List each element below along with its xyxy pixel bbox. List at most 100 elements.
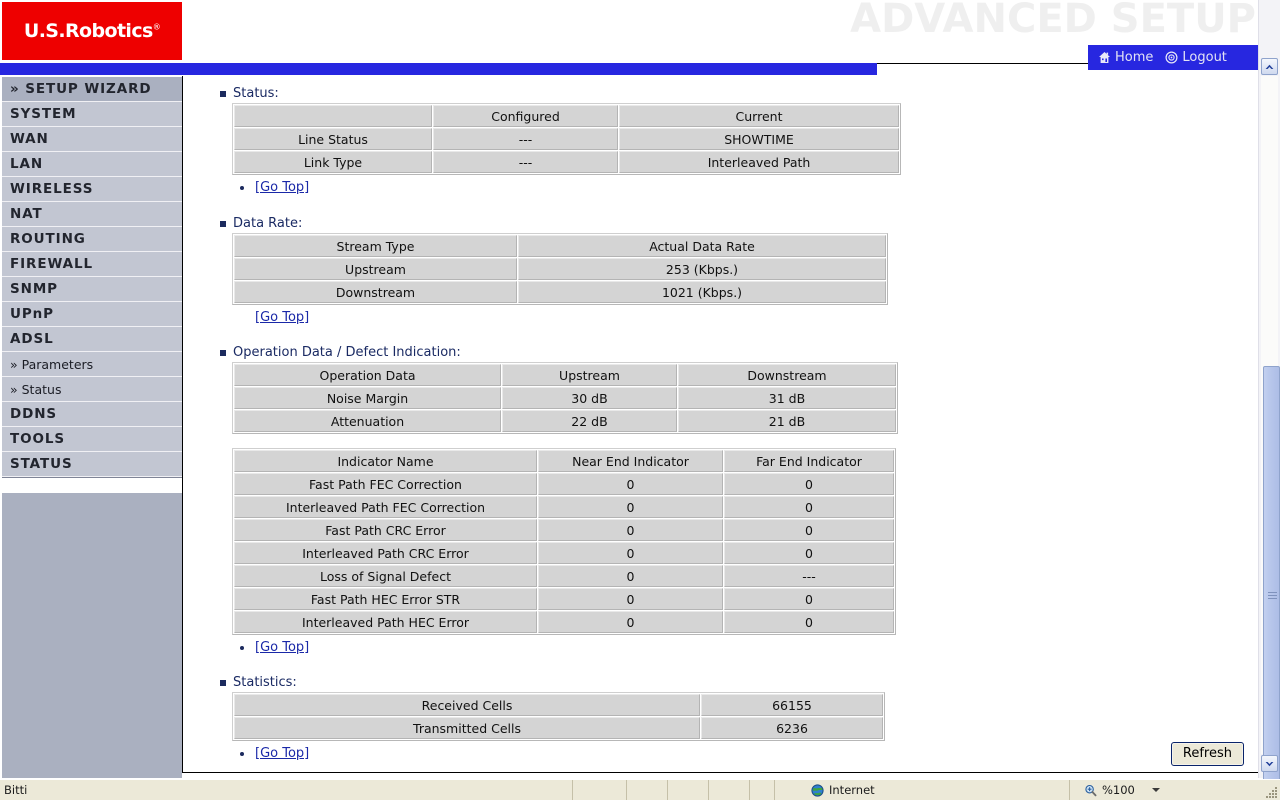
table-header-cell: Far End Indicator (724, 450, 894, 472)
table-cell: Interleaved Path CRC Error (234, 542, 537, 564)
go-top-row: [Go Top] (183, 305, 1258, 331)
go-top-link[interactable]: [Go Top] (255, 180, 309, 195)
data-table: Received Cells 66155 Transmitted Cells 6236 (232, 692, 885, 741)
go-top-row: [Go Top] (183, 175, 1258, 201)
table-cell: --- (433, 128, 618, 150)
data-table: Stream Type Actual Data Rate Upstream 253 (… (232, 233, 888, 305)
table-cell: Transmitted Cells (234, 717, 700, 739)
table-row: Received Cells 66155 (234, 694, 883, 716)
vertical-scrollbar[interactable] (1258, 0, 1280, 800)
go-top-row: [Go Top] (183, 741, 1258, 767)
table-header-cell: Configured (433, 105, 618, 127)
table-cell: 0 (538, 588, 723, 610)
nav-home[interactable]: Home (1098, 50, 1153, 65)
table-row: Fast Path CRC Error 0 0 (234, 519, 894, 541)
table-cell: 30 dB (502, 387, 677, 409)
zoom-control[interactable]: %100 (1070, 783, 1280, 797)
chevron-down-icon[interactable] (1151, 788, 1160, 792)
nav-logout-label: Logout (1182, 50, 1227, 65)
table-cell: 0 (538, 519, 723, 541)
table-header-cell: Downstream (678, 364, 896, 386)
go-top-link[interactable]: [Go Top] (255, 310, 309, 325)
table-row: Transmitted Cells 6236 (234, 717, 883, 739)
table-cell: 0 (538, 542, 723, 564)
sidebar-item-snmp[interactable]: SNMP (2, 277, 182, 302)
magnifier-plus-icon (1084, 784, 1097, 797)
table-header-cell: Upstream (502, 364, 677, 386)
table-cell: Interleaved Path HEC Error (234, 611, 537, 633)
sidebar-item-lan[interactable]: LAN (2, 152, 182, 177)
table-header-cell: Current (619, 105, 899, 127)
scroll-down-button[interactable] (1261, 755, 1278, 772)
home-icon (1098, 51, 1111, 64)
page-viewport: ADVANCED SETUP U.S.Robotics® Home Logout… (0, 0, 1258, 778)
browser-status-bar: Bitti Internet %100 (0, 779, 1280, 800)
status-pane-2 (627, 780, 667, 800)
sidebar-item-tools[interactable]: TOOLS (2, 427, 182, 452)
table-header-cell: Operation Data (234, 364, 501, 386)
section-4: Statistics: Received Cells 66155 Transmitte… (183, 673, 1258, 741)
go-top-link[interactable]: [Go Top] (255, 746, 309, 761)
sidebar-item-adsl[interactable]: ADSL (2, 327, 182, 352)
scroll-up-button[interactable] (1261, 58, 1278, 75)
table-row: Interleaved Path CRC Error 0 0 (234, 542, 894, 564)
sidebar-item-wireless[interactable]: WIRELESS (2, 177, 182, 202)
table-header-cell: Actual Data Rate (518, 235, 886, 257)
scrollbar-track[interactable] (1261, 76, 1280, 800)
table-row: Link Type --- Interleaved Path (234, 151, 899, 173)
table-row: Fast Path HEC Error STR 0 0 (234, 588, 894, 610)
table-cell: Fast Path CRC Error (234, 519, 537, 541)
table-cell: 0 (724, 542, 894, 564)
sidebar-item-setup-wizard[interactable]: » SETUP WIZARD (2, 77, 182, 102)
sidebar-item-status[interactable]: » Status (2, 377, 182, 402)
sidebar-item-system[interactable]: SYSTEM (2, 102, 182, 127)
table-cell: 22 dB (502, 410, 677, 432)
section-heading-label: Status: (233, 86, 279, 101)
us-robotics-logo[interactable]: U.S.Robotics® (2, 2, 182, 60)
table-cell: 0 (724, 519, 894, 541)
table-row: Configured Current (234, 105, 899, 127)
table-row: Indicator Name Near End Indicator Far End … (234, 450, 894, 472)
content-area: Status: Configured Current Line Status --- SH… (182, 76, 1258, 773)
resize-grip-icon (1266, 786, 1278, 798)
table-cell: 253 (Kbps.) (518, 258, 886, 280)
bullet-square-icon (220, 91, 226, 97)
security-zone[interactable]: Internet (775, 783, 1069, 797)
nav-logout[interactable]: Logout (1165, 50, 1227, 65)
table-row: Interleaved Path HEC Error 0 0 (234, 611, 894, 633)
sidebar-item-ddns[interactable]: DDNS (2, 402, 182, 427)
table-row: Noise Margin 30 dB 31 dB (234, 387, 896, 409)
section-3: Indicator Name Near End Indicator Far End … (183, 448, 1258, 635)
table-row: Fast Path FEC Correction 0 0 (234, 473, 894, 495)
table-cell: 0 (724, 588, 894, 610)
refresh-button[interactable]: Refresh (1170, 742, 1244, 766)
sidebar-item-upnp[interactable]: UPnP (2, 302, 182, 327)
security-zone-label: Internet (829, 783, 875, 797)
scrollbar-thumb[interactable] (1263, 366, 1280, 800)
table-cell: Fast Path FEC Correction (234, 473, 537, 495)
table-cell: 0 (538, 611, 723, 633)
table-row: Downstream 1021 (Kbps.) (234, 281, 886, 303)
sidebar-item-parameters[interactable]: » Parameters (2, 352, 182, 377)
go-top-link[interactable]: [Go Top] (255, 640, 309, 655)
table-header-cell: 66155 (701, 694, 883, 716)
table-header-cell: Received Cells (234, 694, 700, 716)
table-row: Line Status --- SHOWTIME (234, 128, 899, 150)
table-cell: Interleaved Path FEC Correction (234, 496, 537, 518)
table-row: Operation Data Upstream Downstream (234, 364, 896, 386)
section-1: Data Rate: Stream Type Actual Data Rate Ups… (183, 214, 1258, 305)
sidebar-item-nat[interactable]: NAT (2, 202, 182, 227)
table-cell: 1021 (Kbps.) (518, 281, 886, 303)
sidebar-item-firewall[interactable]: FIREWALL (2, 252, 182, 277)
sidebar-item-status[interactable]: STATUS (2, 452, 182, 477)
sidebar-item-routing[interactable]: ROUTING (2, 227, 182, 252)
table-cell: 0 (538, 565, 723, 587)
section-heading: Statistics: (183, 673, 1258, 692)
sidebar-item-wan[interactable]: WAN (2, 127, 182, 152)
table-cell: Loss of Signal Defect (234, 565, 537, 587)
status-message: Bitti (4, 783, 28, 797)
status-pane-5 (750, 780, 774, 800)
data-table: Configured Current Line Status --- SHOWTIME L… (232, 103, 901, 175)
